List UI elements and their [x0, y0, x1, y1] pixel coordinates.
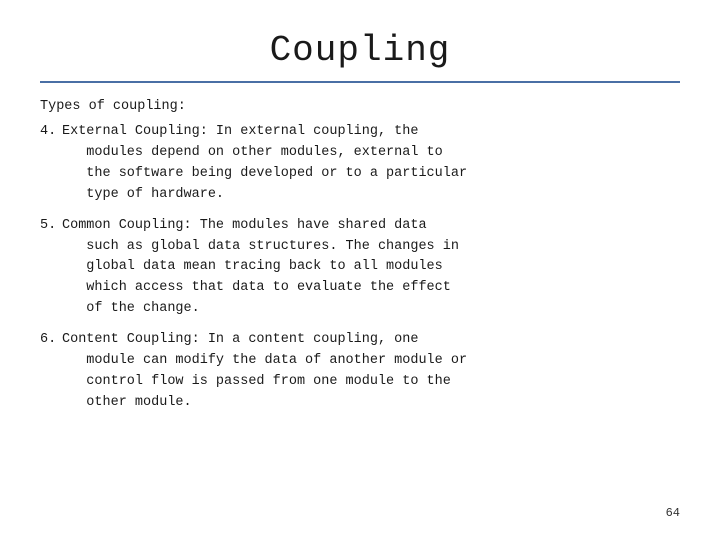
list-number-5: 5.	[40, 216, 62, 237]
slide: Coupling Types of coupling: 4. External …	[0, 0, 720, 540]
list-text-4: External Coupling: In external coupling,…	[62, 122, 467, 206]
list-number-6: 6.	[40, 330, 62, 351]
slide-title: Coupling	[40, 30, 680, 71]
list-number-4: 4.	[40, 122, 62, 143]
divider	[40, 81, 680, 83]
list-item-5: 5. Common Coupling: The modules have sha…	[40, 216, 680, 321]
section-heading: Types of coupling:	[40, 97, 680, 118]
title-area: Coupling	[40, 30, 680, 71]
list-text-5: Common Coupling: The modules have shared…	[62, 216, 459, 321]
page-number: 64	[40, 502, 680, 520]
content-area: Types of coupling: 4. External Coupling:…	[40, 97, 680, 502]
list-item-6: 6. Content Coupling: In a content coupli…	[40, 330, 680, 414]
list-item-4: 4. External Coupling: In external coupli…	[40, 122, 680, 206]
list-text-6: Content Coupling: In a content coupling,…	[62, 330, 467, 414]
